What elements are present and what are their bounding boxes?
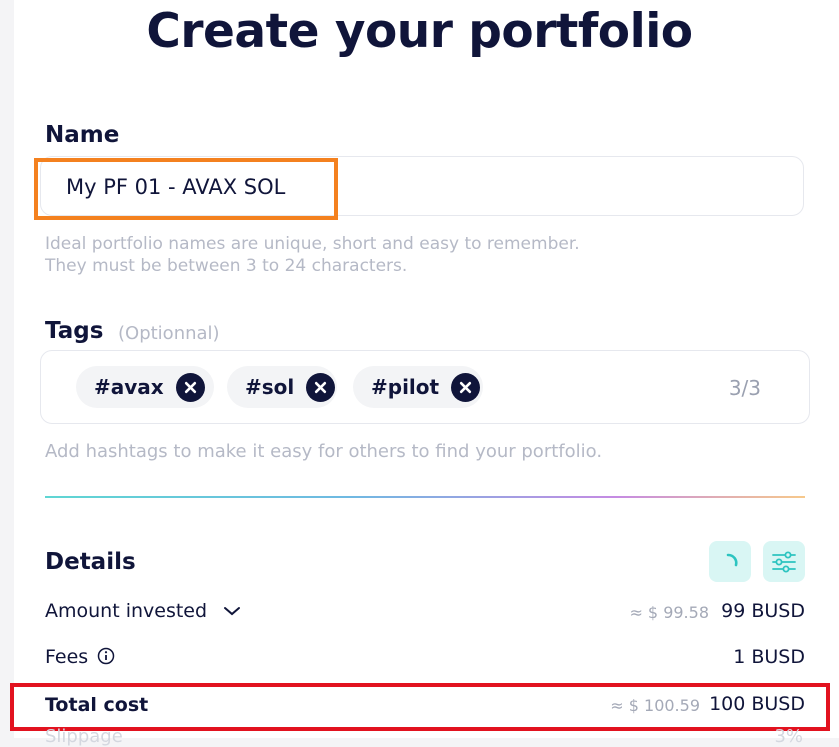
refresh-button[interactable] xyxy=(709,541,751,582)
fees-label: Fees xyxy=(45,646,89,668)
name-label: Name xyxy=(45,122,120,148)
page-title: Create your portfolio xyxy=(146,4,693,59)
total-cost-highlight-box xyxy=(10,683,830,731)
name-hint-line2: They must be between 3 to 24 characters. xyxy=(45,256,408,276)
tags-label: Tags xyxy=(45,318,104,344)
fees-row-label: Fees xyxy=(45,646,115,668)
tags-hint: Add hashtags to make it easy for others … xyxy=(45,441,603,462)
info-icon[interactable] xyxy=(97,647,115,665)
close-icon[interactable] xyxy=(451,372,481,402)
close-icon[interactable] xyxy=(175,372,205,402)
chevron-down-icon xyxy=(224,607,241,616)
tag-chip-avax: #avax xyxy=(76,366,214,408)
amount-invested-value: 99 BUSD xyxy=(721,600,805,622)
slippage-label: Slippage xyxy=(45,726,123,747)
tag-count: 3/3 xyxy=(728,376,761,400)
tag-chip-sol: #sol xyxy=(227,366,337,408)
tag-label: #pilot xyxy=(371,375,440,399)
settings-button[interactable] xyxy=(763,541,805,582)
tags-optional-label: (Optionnal) xyxy=(118,323,220,344)
amount-approx-usd: ≈ $ 99.58 xyxy=(629,603,709,622)
name-highlight-box xyxy=(34,158,338,220)
tag-label: #avax xyxy=(94,375,164,399)
section-divider xyxy=(45,496,805,498)
tag-chip-pilot: #pilot xyxy=(353,366,483,408)
tag-label: #sol xyxy=(245,375,295,399)
refresh-icon xyxy=(726,553,738,566)
name-hint-line1: Ideal portfolio names are unique, short … xyxy=(45,234,580,254)
fees-value: 1 BUSD xyxy=(733,646,805,668)
amount-invested-toggle[interactable]: Amount invested xyxy=(45,600,241,622)
slippage-value: 3% xyxy=(774,726,803,747)
settings-sliders-icon xyxy=(772,551,796,572)
details-label: Details xyxy=(45,549,136,575)
amount-invested-label: Amount invested xyxy=(45,600,208,622)
close-icon[interactable] xyxy=(306,372,336,402)
